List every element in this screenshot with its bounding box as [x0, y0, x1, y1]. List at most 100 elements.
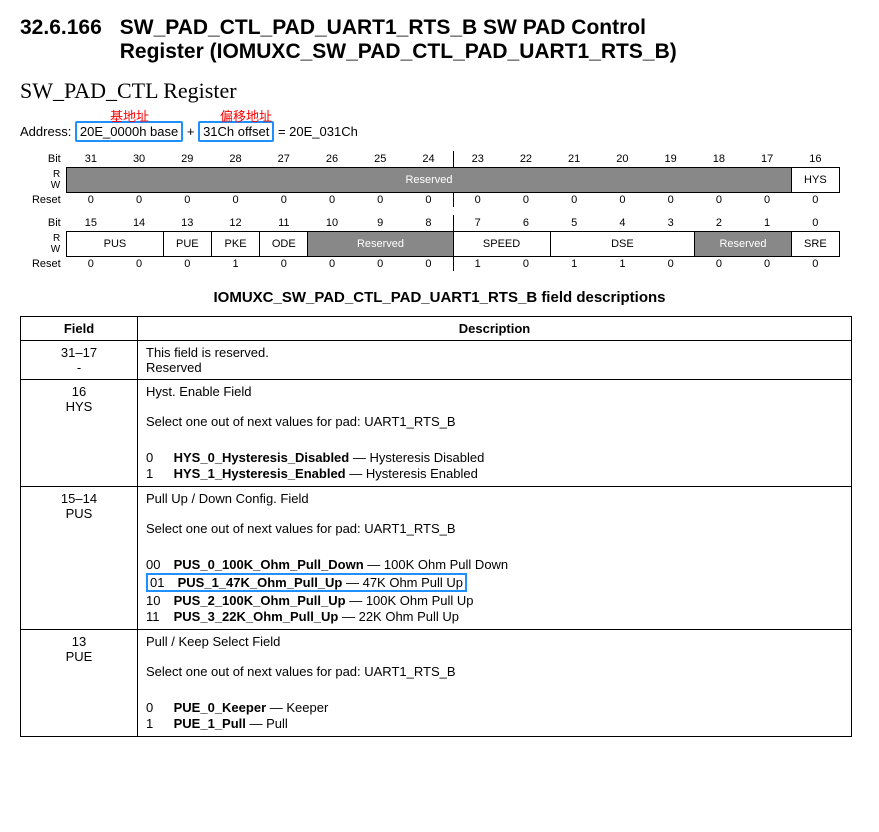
reset-bit: 0	[163, 193, 211, 208]
reset-bit: 0	[695, 257, 743, 272]
reset-bit: 0	[115, 193, 163, 208]
reset-bit: 1	[550, 257, 598, 272]
bit-number: 5	[550, 215, 598, 232]
bit-number: 22	[502, 151, 550, 168]
bit-number: 24	[404, 151, 453, 168]
reset-bit: 0	[260, 257, 308, 272]
enum-value: 1 HYS_1_Hysteresis_Enabled — Hysteresis …	[146, 466, 843, 481]
bit-field-pue: PUE	[163, 232, 211, 257]
bit-number: 31	[67, 151, 115, 168]
reset-bit: 0	[502, 257, 550, 272]
reset-bit: 0	[550, 193, 598, 208]
bit-number: 15	[67, 215, 115, 232]
reset-bit: 0	[308, 257, 356, 272]
bit-diagram-low: Bit1514131211109876543210 RWPUSPUEPKEODE…	[20, 215, 840, 271]
description-cell: Pull / Keep Select FieldSelect one out o…	[138, 630, 852, 737]
bit-field-ode: ODE	[260, 232, 308, 257]
reset-bit: 0	[743, 257, 791, 272]
reset-bit: 0	[211, 193, 259, 208]
bit-number: 13	[163, 215, 211, 232]
reset-bit: 0	[647, 193, 695, 208]
section-title: SW_PAD_CTL_PAD_UART1_RTS_B SW PAD Contro…	[120, 16, 677, 64]
address-line: Address: 20E_0000h base + 31Ch offset = …	[20, 124, 859, 139]
register-subtitle: SW_PAD_CTL Register	[20, 78, 859, 104]
field-cell: 16HYS	[21, 380, 138, 487]
col-header-desc: Description	[138, 317, 852, 341]
bit-number: 12	[211, 215, 259, 232]
bit-number: 29	[163, 151, 211, 168]
bit-number: 17	[743, 151, 791, 168]
description-cell: Hyst. Enable FieldSelect one out of next…	[138, 380, 852, 487]
reset-bit: 0	[404, 193, 453, 208]
table-row: 31–17-This field is reserved.Reserved	[21, 341, 852, 380]
bit-number: 2	[695, 215, 743, 232]
reset-bit: 1	[211, 257, 259, 272]
reset-bit: 1	[598, 257, 646, 272]
reset-bit: 0	[743, 193, 791, 208]
reset-bit: 0	[695, 193, 743, 208]
table-row: 16HYSHyst. Enable FieldSelect one out of…	[21, 380, 852, 487]
description-table-title: IOMUXC_SW_PAD_CTL_PAD_UART1_RTS_B field …	[20, 289, 859, 306]
bit-number: 21	[550, 151, 598, 168]
reset-bit: 0	[163, 257, 211, 272]
col-header-field: Field	[21, 317, 138, 341]
reserved-field: Reserved	[67, 168, 792, 193]
bit-number: 26	[308, 151, 356, 168]
enum-value: 00 PUS_0_100K_Ohm_Pull_Down — 100K Ohm P…	[146, 557, 843, 572]
bit-number: 11	[260, 215, 308, 232]
reset-bit: 0	[647, 257, 695, 272]
bit-field-sre: SRE	[791, 232, 839, 257]
reset-bit: 0	[308, 193, 356, 208]
bit-number: 3	[647, 215, 695, 232]
bit-field-pus: PUS	[67, 232, 163, 257]
annotation-labels: 基地址 偏移地址	[20, 106, 859, 124]
bit-number: 4	[598, 215, 646, 232]
bit-number: 30	[115, 151, 163, 168]
bit-field-pke: PKE	[211, 232, 259, 257]
enum-value: 1 PUE_1_Pull — Pull	[146, 716, 843, 731]
bit-number: 0	[791, 215, 839, 232]
reset-bit: 0	[404, 257, 453, 272]
reset-bit: 0	[791, 193, 839, 208]
bit-diagram-high: Bit31302928272625242322212019181716 RWRe…	[20, 151, 840, 207]
field-cell: 15–14PUS	[21, 487, 138, 630]
reset-bit: 0	[502, 193, 550, 208]
bit-number: 20	[598, 151, 646, 168]
bit-number: 14	[115, 215, 163, 232]
bit-field-dse: DSE	[550, 232, 695, 257]
bit-number: 18	[695, 151, 743, 168]
field-cell: 13PUE	[21, 630, 138, 737]
annotation-base: 基地址	[110, 106, 149, 125]
reset-bit: 0	[356, 257, 404, 272]
description-cell: Pull Up / Down Config. FieldSelect one o…	[138, 487, 852, 630]
bit-number: 27	[260, 151, 308, 168]
reset-bit: 0	[260, 193, 308, 208]
field-cell: 31–17-	[21, 341, 138, 380]
reset-bit: 0	[356, 193, 404, 208]
reset-bit: 0	[598, 193, 646, 208]
bit-number: 6	[502, 215, 550, 232]
description-cell: This field is reserved.Reserved	[138, 341, 852, 380]
enum-value: 11 PUS_3_22K_Ohm_Pull_Up — 22K Ohm Pull …	[146, 609, 843, 624]
enum-value: 0 HYS_0_Hysteresis_Disabled — Hysteresis…	[146, 450, 843, 465]
section-heading: 32.6.166 SW_PAD_CTL_PAD_UART1_RTS_B SW P…	[20, 16, 859, 64]
bit-number: 10	[308, 215, 356, 232]
bit-number: 19	[647, 151, 695, 168]
reset-bit: 0	[453, 193, 502, 208]
reset-bit: 0	[791, 257, 839, 272]
bit-field-hys: HYS	[791, 168, 839, 193]
section-number: 32.6.166	[20, 16, 102, 40]
bit-number: 8	[404, 215, 453, 232]
bit-number: 23	[453, 151, 502, 168]
reset-bit: 0	[67, 257, 115, 272]
annotation-offset: 偏移地址	[220, 106, 272, 125]
bit-number: 16	[791, 151, 839, 168]
enum-value: 10 PUS_2_100K_Ohm_Pull_Up — 100K Ohm Pul…	[146, 593, 843, 608]
bit-number: 9	[356, 215, 404, 232]
bit-field-speed: SPEED	[453, 232, 550, 257]
enum-value: 0 PUE_0_Keeper — Keeper	[146, 700, 843, 715]
reset-bit: 0	[115, 257, 163, 272]
bit-number: 1	[743, 215, 791, 232]
bit-number: 7	[453, 215, 502, 232]
reset-bit: 1	[453, 257, 502, 272]
